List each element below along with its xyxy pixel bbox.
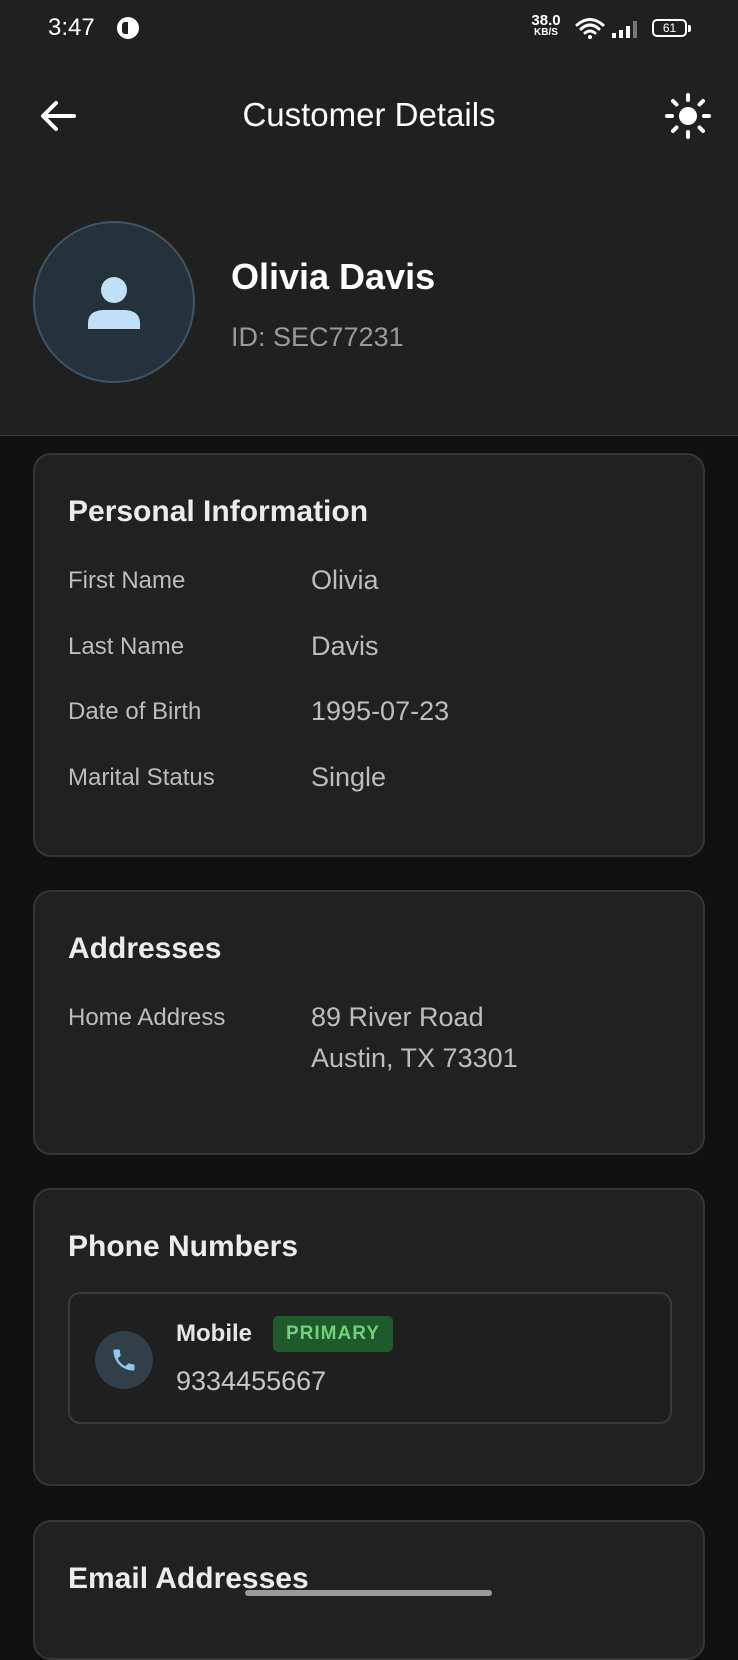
primary-badge: PRIMARY (273, 1316, 393, 1352)
marital-status-value: Single (311, 762, 387, 792)
customer-id: ID: SEC77231 (231, 322, 404, 352)
date-of-birth-label: Date of Birth (68, 698, 202, 725)
network-speed-value: 38.0 (531, 12, 561, 29)
page-title: Customer Details (242, 96, 496, 133)
home-indicator[interactable] (245, 1590, 492, 1596)
phone-list-item[interactable]: Mobile PRIMARY 9334455667 (68, 1292, 672, 1424)
addresses-card: Addresses Home Address 89 River Road Aus… (33, 890, 705, 1155)
card-title: Addresses (68, 932, 222, 965)
theme-toggle-button[interactable] (664, 92, 712, 140)
first-name-label: First Name (68, 567, 186, 594)
customer-name: Olivia Davis (231, 256, 436, 297)
address-line-1: 89 River Road (311, 1002, 484, 1032)
phone-type: Mobile (176, 1320, 252, 1347)
status-time: 3:47 (48, 14, 95, 41)
marital-status-label: Marital Status (68, 764, 215, 791)
phone-number: 9334455667 (176, 1366, 327, 1396)
customer-header: Customer Details Olivia Davis ID: SEC772… (0, 58, 738, 436)
battery-icon: 61 (652, 19, 691, 37)
person-icon (88, 277, 140, 329)
card-title: Personal Information (68, 495, 369, 528)
avatar (33, 221, 195, 383)
date-of-birth-value: 1995-07-23 (311, 696, 450, 726)
phone-numbers-card: Phone Numbers Mobile PRIMARY 9334455667 (33, 1188, 705, 1486)
last-name-value: Davis (311, 631, 379, 661)
network-speed-unit: KB/S (534, 27, 558, 38)
first-name-value: Olivia (311, 565, 379, 595)
sun-icon (665, 93, 711, 139)
home-address-value: 89 River Road Austin, TX 73301 (311, 997, 518, 1079)
card-title: Phone Numbers (68, 1230, 299, 1263)
wifi-icon (575, 17, 605, 44)
phone-icon (95, 1331, 153, 1389)
network-speed: 38.0 KB/S (528, 13, 564, 38)
status-bar: 3:47 38.0 KB/S 61 (0, 0, 738, 58)
home-address-label: Home Address (68, 1004, 226, 1031)
address-line-2: Austin, TX 73301 (311, 1043, 518, 1073)
personal-information-card: Personal Information First Name Olivia L… (33, 453, 705, 857)
app-notification-icon (117, 17, 139, 39)
last-name-label: Last Name (68, 633, 185, 660)
signal-icon (612, 20, 640, 43)
